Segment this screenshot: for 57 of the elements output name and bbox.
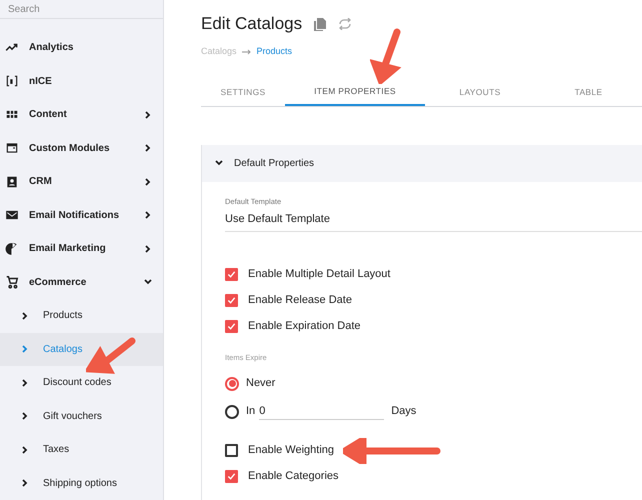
radio-label: In (246, 404, 256, 420)
chevron-right-icon (143, 143, 153, 154)
chevron-right-icon (20, 344, 30, 354)
sidebar-item[interactable]: Content (0, 98, 163, 132)
sidebar-subitem[interactable]: Taxes (0, 433, 163, 466)
refresh-icon[interactable] (338, 18, 352, 30)
chevron-right-icon (143, 210, 153, 220)
chevron-right-icon (20, 478, 30, 488)
arrow-right-icon (242, 48, 252, 55)
tab[interactable]: LAYOUTS (425, 78, 535, 106)
days-input[interactable]: 0 (259, 402, 384, 420)
chevron-right-icon (143, 244, 153, 254)
cart-icon (5, 275, 19, 290)
checkbox-label: Enable Categories (248, 469, 339, 484)
chevron-right-icon (143, 110, 153, 120)
radio-button[interactable] (225, 376, 239, 390)
checkbox-label: Enable Release Date (248, 293, 352, 308)
radio-label: Never (246, 376, 276, 392)
checkbox-label: Enable Weighting (248, 443, 334, 458)
checkbox-label: Enable Multiple Detail Layout (248, 267, 390, 282)
checkbox[interactable] (225, 320, 238, 333)
chevron-right-icon (20, 310, 30, 321)
checkbox[interactable] (225, 268, 238, 281)
sidebar-item[interactable]: Email Notifications (0, 198, 163, 232)
chevron-down-icon (214, 158, 224, 168)
copy-icon[interactable] (314, 18, 326, 30)
radio-button[interactable] (225, 404, 239, 418)
chevron-right-icon (20, 444, 30, 455)
chevron-right-icon (143, 176, 153, 187)
search-field[interactable]: Search (0, 0, 163, 19)
annotation-arrow (86, 336, 138, 374)
marketing-icon (5, 242, 19, 256)
sidebar-subitem[interactable]: Gift vouchers (0, 400, 163, 433)
chevron-right-icon (20, 378, 30, 388)
panel-header[interactable]: Default Properties (202, 144, 642, 182)
checkbox[interactable] (225, 444, 238, 457)
days-label: Days (391, 404, 416, 420)
page-title: Edit Catalogs (201, 13, 302, 36)
modules-icon (5, 141, 19, 156)
sidebar-subitem[interactable]: Products (0, 299, 163, 332)
checkbox-label: Enable Expiration Date (248, 319, 361, 334)
breadcrumb-link[interactable]: Products (256, 45, 292, 58)
sidebar-subitem[interactable]: Discount codes (0, 366, 163, 400)
tab[interactable]: SETTINGS (201, 78, 285, 106)
chevron-right-icon (20, 411, 30, 422)
sidebar-item[interactable]: Email Marketing (0, 232, 163, 266)
crm-icon (5, 174, 19, 189)
sidebar-subitem[interactable]: Shipping options (0, 466, 163, 500)
checkbox[interactable] (225, 470, 238, 483)
sidebar-item[interactable]: CRM (0, 165, 163, 198)
sidebar-item[interactable]: Analytics (0, 31, 163, 64)
sidebar-item[interactable]: nICE (0, 64, 163, 98)
sidebar-item[interactable]: eCommerce (0, 266, 163, 299)
tab[interactable]: TABLE (535, 78, 642, 106)
nice-icon (5, 74, 19, 88)
sidebar-item[interactable]: Custom Modules (0, 132, 163, 165)
checkbox[interactable] (225, 294, 238, 307)
